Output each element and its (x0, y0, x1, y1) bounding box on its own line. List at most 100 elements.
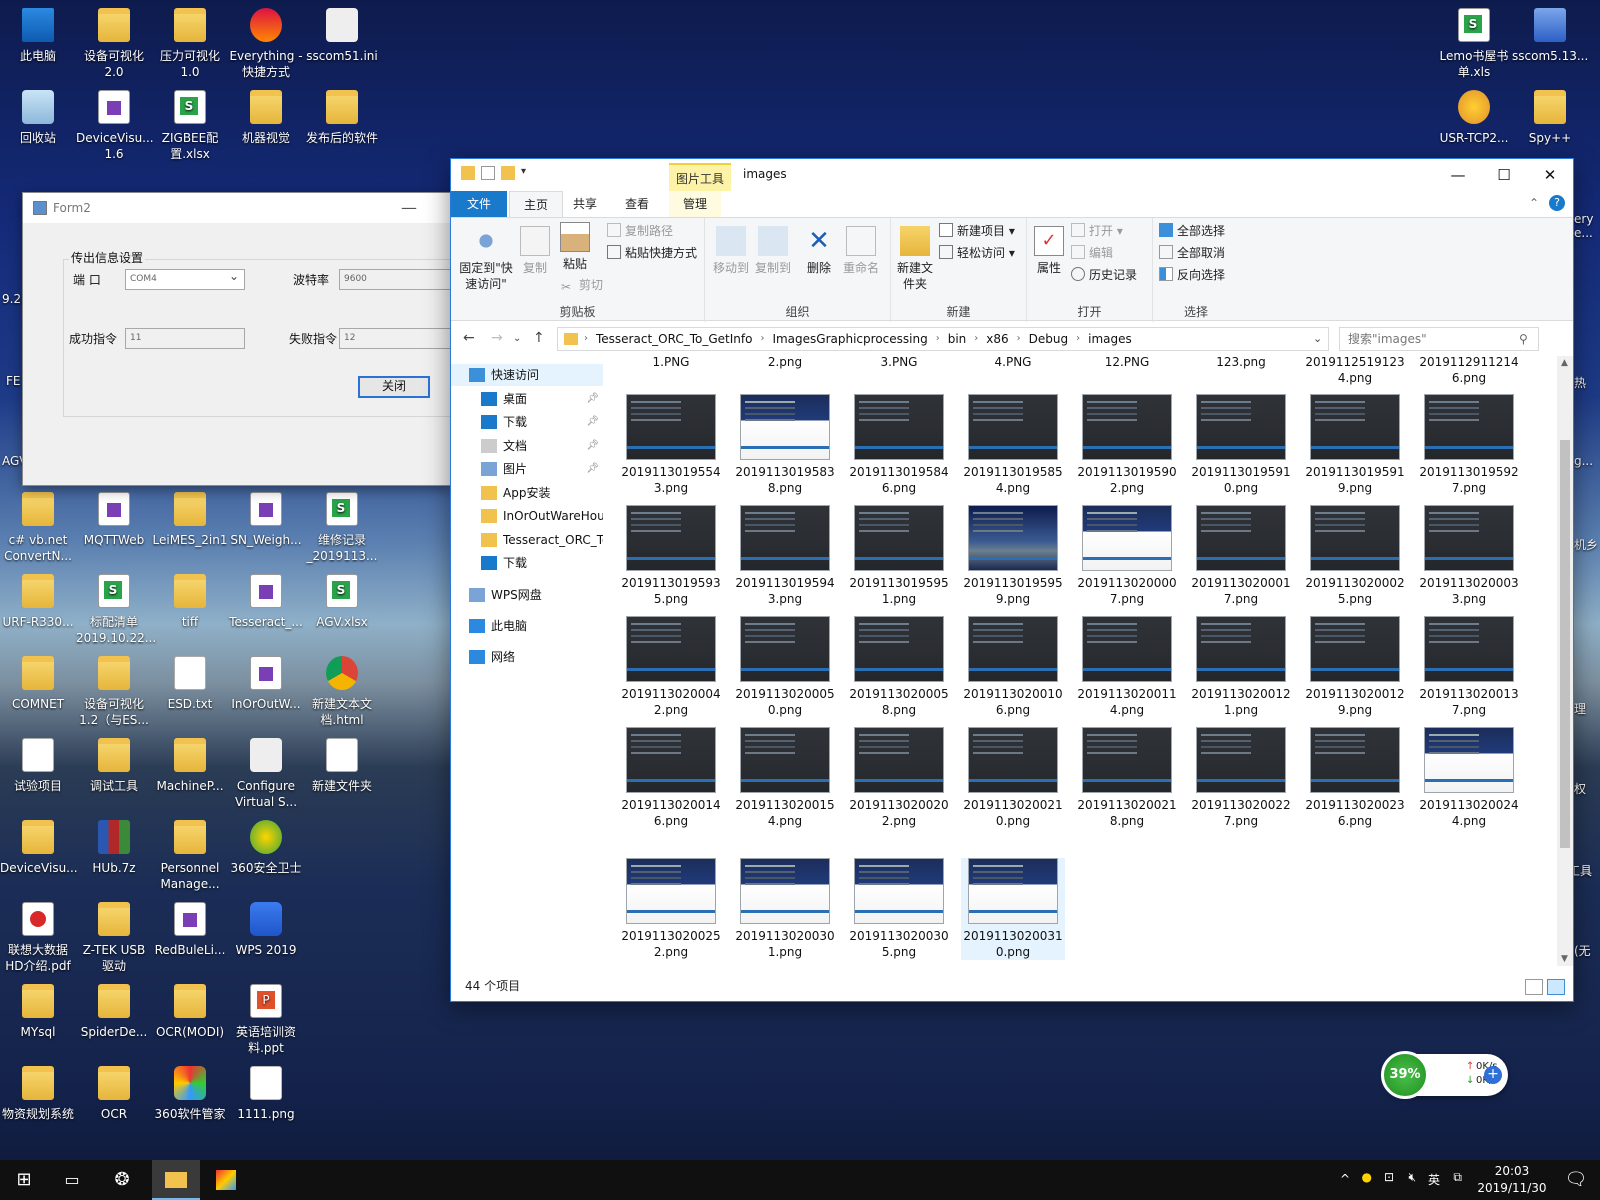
breadcrumb-separator-icon[interactable]: › (1076, 328, 1080, 350)
file-tile[interactable]: 20191130200129.png (1303, 616, 1407, 718)
desktop-icon[interactable]: MachineP... (152, 734, 228, 794)
breadcrumb-item[interactable]: x86 (986, 328, 1008, 350)
file-tile[interactable]: 20191130200146.png (619, 727, 723, 829)
desktop-icon[interactable]: 试验项目 (0, 734, 76, 794)
windows-start-icon[interactable]: ⊞ (0, 1160, 48, 1200)
desktop-icon[interactable]: 压力可视化1.0 (152, 4, 228, 80)
file-tile[interactable]: 20191130200033.png (1417, 505, 1521, 607)
ime-indicator[interactable]: 英 (1428, 1171, 1440, 1188)
desktop-icon[interactable]: URF-R330... (0, 570, 76, 630)
desktop-icon[interactable]: AGV.xlsx (304, 570, 380, 630)
file-tile[interactable]: 2019112519123​4.png (1303, 356, 1407, 386)
file-tile[interactable]: 20191130200252.png (619, 858, 723, 960)
tray-app-icon[interactable]: ⧉ (1453, 1170, 1462, 1185)
desktop-icon[interactable]: Configure Virtual S... (228, 734, 304, 810)
recent-locations-chevron-icon[interactable]: ⌄ (513, 333, 521, 344)
tab-view[interactable]: 查看 (611, 191, 663, 217)
360-tray-icon[interactable]: ● (1362, 1170, 1372, 1184)
new-folder-button[interactable]: 新建文件夹 (893, 226, 937, 292)
file-tile[interactable]: 20191130200007.png (1075, 505, 1179, 607)
desktop-icon[interactable]: sscom5.13... (1512, 4, 1588, 64)
desktop-icon[interactable]: tiff (152, 570, 228, 630)
file-tile[interactable]: 20191130200050.png (733, 616, 837, 718)
file-tile[interactable]: 20191130200236.png (1303, 727, 1407, 829)
nav-item[interactable]: 此电脑 (451, 615, 603, 637)
history-button[interactable]: 历史记录 (1071, 266, 1137, 283)
close-button[interactable]: ✕ (1527, 159, 1573, 191)
breadcrumb-separator-icon[interactable]: › (584, 328, 588, 350)
desktop-icon[interactable]: c# vb.net ConvertN... (0, 488, 76, 564)
breadcrumb-item[interactable]: bin (948, 328, 967, 350)
desktop-icon[interactable]: 英语培训资料.ppt (228, 980, 304, 1056)
file-tile[interactable]: 20191130200114.png (1075, 616, 1179, 718)
tab-file[interactable]: 文件 (451, 191, 507, 217)
desktop-icon[interactable]: 回收站 (0, 86, 76, 146)
desktop-icon[interactable]: USR-TCP2... (1436, 86, 1512, 146)
file-tile[interactable]: 20191130200218.png (1075, 727, 1179, 829)
file-tile[interactable]: 20191130200244.png (1417, 727, 1521, 829)
nav-item[interactable]: 图片 📌︎ (451, 458, 603, 480)
nav-item[interactable]: InOrOutWareHou (451, 505, 603, 527)
nav-item[interactable]: 桌面 📌︎ (451, 388, 603, 410)
desktop-icon[interactable]: 机器视觉 (228, 86, 304, 146)
copy-button[interactable]: 复制 (517, 226, 553, 276)
edit-button[interactable]: 编辑 (1071, 244, 1113, 261)
address-dropdown-chevron-icon[interactable]: ⌄ (1313, 332, 1322, 345)
desktop-icon[interactable]: SN_Weigh... (228, 488, 304, 548)
desktop-icon[interactable]: MQTTWeb (76, 488, 152, 548)
move-to-button[interactable]: 移动到 (711, 226, 751, 276)
desktop-icon[interactable]: 设备可视化2.0 (76, 4, 152, 80)
chevron-down-icon[interactable]: ▾ (521, 166, 531, 180)
desktop-icon[interactable]: RedBuleLi... (152, 898, 228, 958)
tab-home[interactable]: 主页 (509, 191, 564, 217)
desktop-icon[interactable]: InOrOutW... (228, 652, 304, 712)
desktop-icon[interactable]: OCR(MODI) (152, 980, 228, 1040)
scroll-down-icon[interactable]: ▼ (1561, 954, 1568, 964)
new-item-button[interactable]: 新建项目 ▾ (939, 222, 1015, 239)
desktop-icon[interactable]: ESD.txt (152, 652, 228, 712)
breadcrumb-item[interactable]: Debug (1029, 328, 1068, 350)
scrollbar-thumb[interactable] (1560, 440, 1570, 848)
breadcrumb-item[interactable]: Tesseract_ORC_To_GetInfo (596, 328, 752, 350)
invert-selection-button[interactable]: 反向选择 (1159, 266, 1225, 283)
scroll-up-icon[interactable]: ▲ (1561, 358, 1568, 368)
search-input[interactable]: 搜索"images" (1339, 327, 1539, 351)
file-tile[interactable]: 20191130200106.png (961, 616, 1065, 718)
file-tile[interactable]: 20191130200137.png (1417, 616, 1521, 718)
fail-input[interactable]: 12 (339, 328, 453, 349)
desktop-icon[interactable]: Tesseract_... (228, 570, 304, 630)
close-button[interactable]: 关闭 (358, 376, 430, 398)
app-taskbar-icon[interactable] (202, 1160, 250, 1200)
file-tile[interactable]: 20191130195935.png (619, 505, 723, 607)
file-tile[interactable]: 20191130200154.png (733, 727, 837, 829)
explorer-titlebar[interactable]: ▾ 图片工具 images — ☐ ✕ (451, 159, 1573, 191)
nav-item[interactable]: WPS网盘 (451, 584, 603, 606)
file-tile[interactable]: 20191130200305.png (847, 858, 951, 960)
new-folder-icon[interactable] (501, 166, 515, 180)
baud-input[interactable]: 9600 (339, 269, 453, 290)
desktop-icon[interactable]: Spy++ (1512, 86, 1588, 146)
nav-item[interactable]: 快速访问 (451, 364, 603, 386)
nav-item[interactable]: Tesseract_ORC_To (451, 529, 603, 551)
address-bar[interactable]: › Tesseract_ORC_To_GetInfo › ImagesGraphicp… (557, 327, 1329, 351)
plus-icon[interactable]: + (1484, 1066, 1502, 1084)
file-tile[interactable]: 20191130200227.png (1189, 727, 1293, 829)
properties-icon[interactable] (481, 166, 495, 180)
breadcrumb-item[interactable]: ImagesGraphicprocessing (772, 328, 927, 350)
desktop-icon[interactable]: Lemo书屋书单.xls (1436, 4, 1512, 80)
minimize-button[interactable]: — (401, 198, 417, 217)
file-tile[interactable]: 20191130195838.png (733, 394, 837, 496)
desktop-icon[interactable]: MYsql (0, 980, 76, 1040)
desktop-icon[interactable]: 新建文本文档.html (304, 652, 380, 728)
desktop-icon[interactable]: DeviceVisu... 1.6 (76, 86, 154, 162)
desktop-icon[interactable]: COMNET (0, 652, 76, 712)
chevron-up-icon[interactable]: ⌃ (1529, 196, 1539, 210)
pin-quick-access-button[interactable]: 固定到"快速访问" (457, 226, 515, 292)
forward-arrow-icon[interactable]: → (491, 330, 503, 346)
up-arrow-icon[interactable]: ↑ (533, 330, 545, 346)
chevron-up-icon[interactable]: ^ (1340, 1172, 1350, 1186)
breadcrumb-separator-icon[interactable]: › (760, 328, 764, 350)
breadcrumb-separator-icon[interactable]: › (1017, 328, 1021, 350)
help-icon[interactable]: ? (1549, 195, 1565, 211)
file-tile[interactable]: 20191130195902.png (1075, 394, 1179, 496)
